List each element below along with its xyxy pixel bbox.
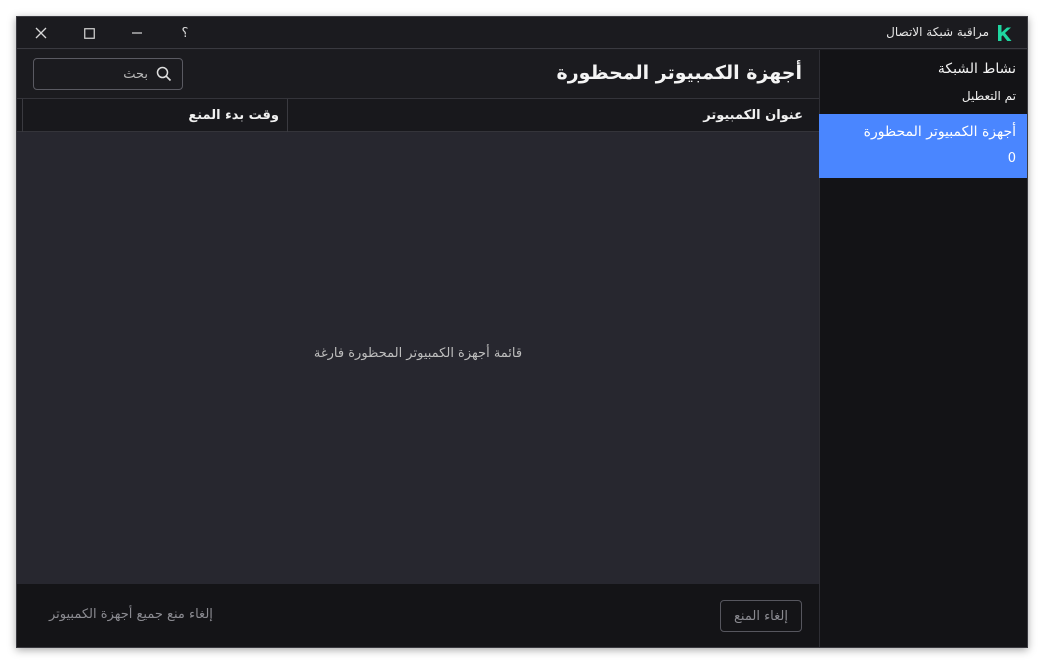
title-bar: ؟ مراقبة شبكة الاتصال xyxy=(17,17,1027,49)
close-icon xyxy=(35,27,47,39)
sidebar-item-network-activity[interactable]: نشاط الشبكة تم التعطيل xyxy=(819,60,1027,114)
app-window: ؟ مراقبة شبكة الاتصال أجهزة الكمبيوتر ال… xyxy=(16,16,1028,648)
table-header: عنوان الكمبيوتر وقت بدء المنع xyxy=(17,98,819,132)
unblock-all-link[interactable]: إلغاء منع جميع أجهزة الكمبيوتر xyxy=(49,607,213,622)
sidebar-item-label: نشاط الشبكة xyxy=(937,61,1016,77)
search-input[interactable] xyxy=(48,64,148,84)
page-title: أجهزة الكمبيوتر المحظورة xyxy=(556,62,802,84)
maximize-icon xyxy=(83,27,95,39)
minimize-button[interactable] xyxy=(113,17,161,49)
sidebar-item-count: 0 xyxy=(1007,151,1016,166)
maximize-button[interactable] xyxy=(65,17,113,49)
main-panel: أجهزة الكمبيوتر المحظورة عنوان الكمبيوتر… xyxy=(17,50,819,647)
sidebar: نشاط الشبكة تم التعطيل أجهزة الكمبيوتر ا… xyxy=(819,50,1027,647)
kaspersky-logo-icon xyxy=(998,25,1012,41)
footer-bar: إلغاء المنع إلغاء منع جميع أجهزة الكمبيو… xyxy=(17,584,819,647)
column-header-computer-address[interactable]: عنوان الكمبيوتر xyxy=(287,99,819,132)
search-box[interactable] xyxy=(33,58,183,90)
app-title: مراقبة شبكة الاتصال xyxy=(886,25,989,39)
minimize-icon xyxy=(132,32,142,34)
sidebar-item-status: تم التعطيل xyxy=(961,89,1016,103)
search-icon xyxy=(156,66,172,82)
help-button[interactable]: ؟ xyxy=(161,17,209,49)
sidebar-item-blocked-computers[interactable]: أجهزة الكمبيوتر المحظورة 0 xyxy=(819,114,1027,178)
table-body: قائمة أجهزة الكمبيوتر المحظورة فارغة xyxy=(17,132,819,584)
help-icon: ؟ xyxy=(181,25,189,41)
column-header-block-start-time[interactable]: وقت بدء المنع xyxy=(22,99,287,132)
sidebar-item-label: أجهزة الكمبيوتر المحظورة xyxy=(863,124,1016,140)
empty-list-message: قائمة أجهزة الكمبيوتر المحظورة فارغة xyxy=(313,346,523,361)
unblock-button[interactable]: إلغاء المنع xyxy=(720,600,802,632)
close-button[interactable] xyxy=(17,17,65,49)
